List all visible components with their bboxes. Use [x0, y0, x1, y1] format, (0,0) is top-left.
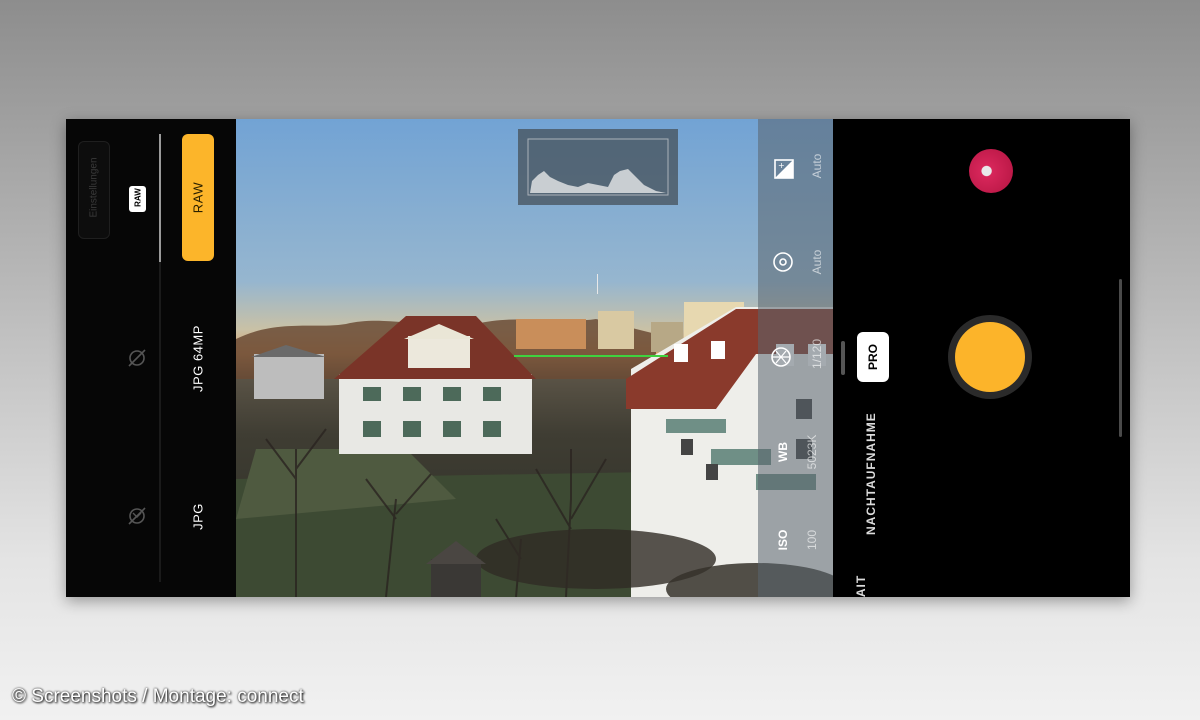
camera-app-screen: Einstellungen RAW RAW JPG 64MP JPG + Aut… — [66, 119, 1130, 597]
format-option-jpg-64mp[interactable]: JPG 64MP — [191, 309, 206, 409]
raw-badge: RAW — [129, 186, 146, 212]
right-controls-panel: PRO NACHTAUFNAHME AIT — [833, 119, 1130, 597]
svg-text:+: + — [778, 161, 785, 170]
format-slider-thumb[interactable] — [159, 134, 161, 262]
iso-value[interactable]: 100 — [805, 510, 819, 570]
mode-pro-label: PRO — [866, 344, 880, 371]
pro-settings-overlay: + Auto Auto 1/120 WB 5023K ISO 100 — [758, 119, 833, 597]
gallery-thumbnail[interactable] — [969, 149, 1013, 193]
wb-label[interactable]: WB — [776, 422, 790, 482]
raw-format-button[interactable]: RAW — [182, 134, 214, 261]
iso-label[interactable]: ISO — [776, 510, 790, 570]
shutter-speed-value[interactable]: 1/120 — [810, 324, 824, 384]
camera-off-icon[interactable] — [124, 345, 150, 371]
histogram — [518, 129, 678, 205]
raw-format-label: RAW — [190, 181, 206, 214]
settings-button[interactable]: Einstellungen — [78, 141, 110, 239]
focus-indicator — [597, 274, 598, 294]
exposure-compensation-icon[interactable]: + — [772, 157, 798, 183]
scrollbar[interactable] — [1119, 279, 1122, 437]
aperture-icon[interactable] — [768, 344, 794, 370]
raw-badge-label: RAW — [133, 188, 143, 207]
mode-portrait-partial[interactable]: AIT — [854, 556, 868, 597]
panel-drag-handle[interactable] — [841, 341, 845, 375]
settings-label: Einstellungen — [88, 157, 100, 218]
focus-value[interactable]: Auto — [810, 232, 824, 292]
format-slider-track[interactable] — [159, 134, 161, 582]
mode-night[interactable]: NACHTAUFNAHME — [864, 412, 878, 535]
mode-pro[interactable]: PRO — [857, 332, 889, 382]
level-indicator-line — [514, 355, 668, 357]
shutter-button[interactable] — [948, 315, 1032, 399]
image-credit: © Screenshots / Montage: connect — [12, 686, 304, 707]
no-filter-icon[interactable] — [124, 503, 150, 529]
focus-target-icon[interactable] — [770, 249, 796, 275]
format-option-jpg[interactable]: JPG — [191, 467, 206, 567]
wb-value[interactable]: 5023K — [805, 422, 819, 482]
exposure-value[interactable]: Auto — [810, 136, 824, 196]
left-settings-panel: Einstellungen RAW RAW JPG 64MP JPG — [66, 119, 236, 597]
camera-viewfinder[interactable]: + Auto Auto 1/120 WB 5023K ISO 100 — [236, 119, 833, 597]
shutter-button-inner[interactable] — [955, 322, 1025, 392]
